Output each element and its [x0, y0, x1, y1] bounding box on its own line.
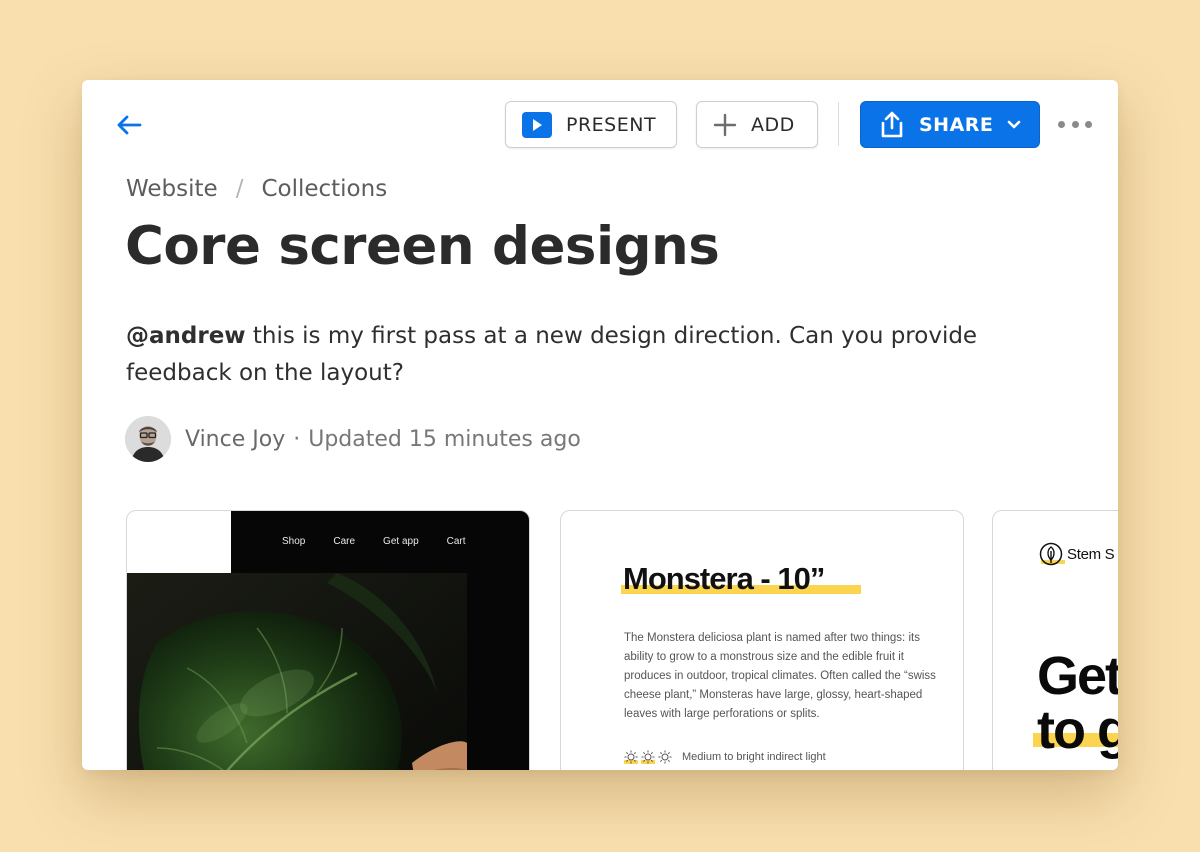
breadcrumb-item-collections[interactable]: Collections — [261, 176, 387, 202]
back-button[interactable] — [112, 108, 146, 142]
sun-icon — [641, 750, 655, 764]
sun-icon — [624, 750, 638, 764]
plant-photo — [127, 573, 467, 770]
collection-description: @andrew this is my first pass at a new d… — [126, 318, 1026, 392]
monstera-leaf-image — [127, 573, 467, 770]
present-button[interactable]: PRESENT — [505, 101, 677, 148]
brand-name: Stem S — [1067, 545, 1115, 563]
arrow-left-icon — [117, 115, 142, 135]
design-card-landing[interactable]: Stem S Get to g — [992, 510, 1118, 770]
description-text: this is my first pass at a new design di… — [126, 323, 978, 386]
present-label: PRESENT — [566, 113, 657, 136]
plus-icon — [713, 113, 737, 136]
brand-logo: Stem S — [1039, 542, 1115, 566]
more-horizontal-icon — [1058, 120, 1065, 128]
share-label: SHARE — [919, 113, 994, 136]
sun-icon — [658, 750, 672, 764]
share-upload-icon — [881, 111, 903, 137]
card-nav-cart: Cart — [446, 536, 466, 547]
add-label: ADD — [751, 113, 795, 136]
avatar-image — [125, 416, 171, 462]
product-title: Monstera - 10” — [623, 561, 825, 596]
card-nav: Shop Care Get app Cart — [282, 536, 494, 547]
play-icon — [522, 111, 552, 138]
author-name[interactable]: Vince Joy — [185, 427, 285, 452]
more-horizontal-icon-dot — [1071, 120, 1079, 128]
page-title: Core screen designs — [125, 216, 720, 277]
add-button[interactable]: ADD — [696, 101, 818, 148]
avatar[interactable] — [125, 416, 171, 462]
breadcrumb-item-website[interactable]: Website — [126, 176, 218, 202]
user-mention[interactable]: @andrew — [126, 323, 246, 349]
light-requirement-text: Medium to bright indirect light — [682, 751, 826, 763]
more-horizontal-icon-dot — [1085, 120, 1092, 128]
breadcrumb: Website / Collections — [126, 176, 387, 202]
more-options-button[interactable] — [1058, 112, 1092, 136]
product-description: The Monstera deliciosa plant is named af… — [624, 632, 936, 720]
collection-window: PRESENT ADD SHARE Website / Collections … — [82, 80, 1118, 770]
updated-timestamp: Updated 15 minutes ago — [308, 426, 581, 452]
card-nav-shop: Shop — [282, 536, 306, 547]
leaf-logo-icon — [1039, 542, 1063, 566]
sun-rating — [624, 750, 672, 764]
card-nav-care: Care — [333, 536, 356, 547]
breadcrumb-separator: / — [235, 176, 244, 202]
meta-separator: · — [293, 426, 301, 452]
light-requirement: Medium to bright indirect light — [624, 750, 826, 764]
chevron-down-icon[interactable] — [1007, 120, 1021, 130]
landing-headline: Get to g — [1037, 646, 1118, 760]
author-meta: Vince Joy · Updated 15 minutes ago — [125, 416, 581, 462]
card-nav-get-app: Get app — [383, 536, 419, 547]
toolbar-divider — [838, 102, 839, 146]
design-card-product[interactable]: Monstera - 10” The Monstera deliciosa pl… — [560, 510, 964, 770]
design-card-home[interactable]: Shop Care Get app Cart — [126, 510, 530, 770]
share-button[interactable]: SHARE — [860, 101, 1040, 148]
